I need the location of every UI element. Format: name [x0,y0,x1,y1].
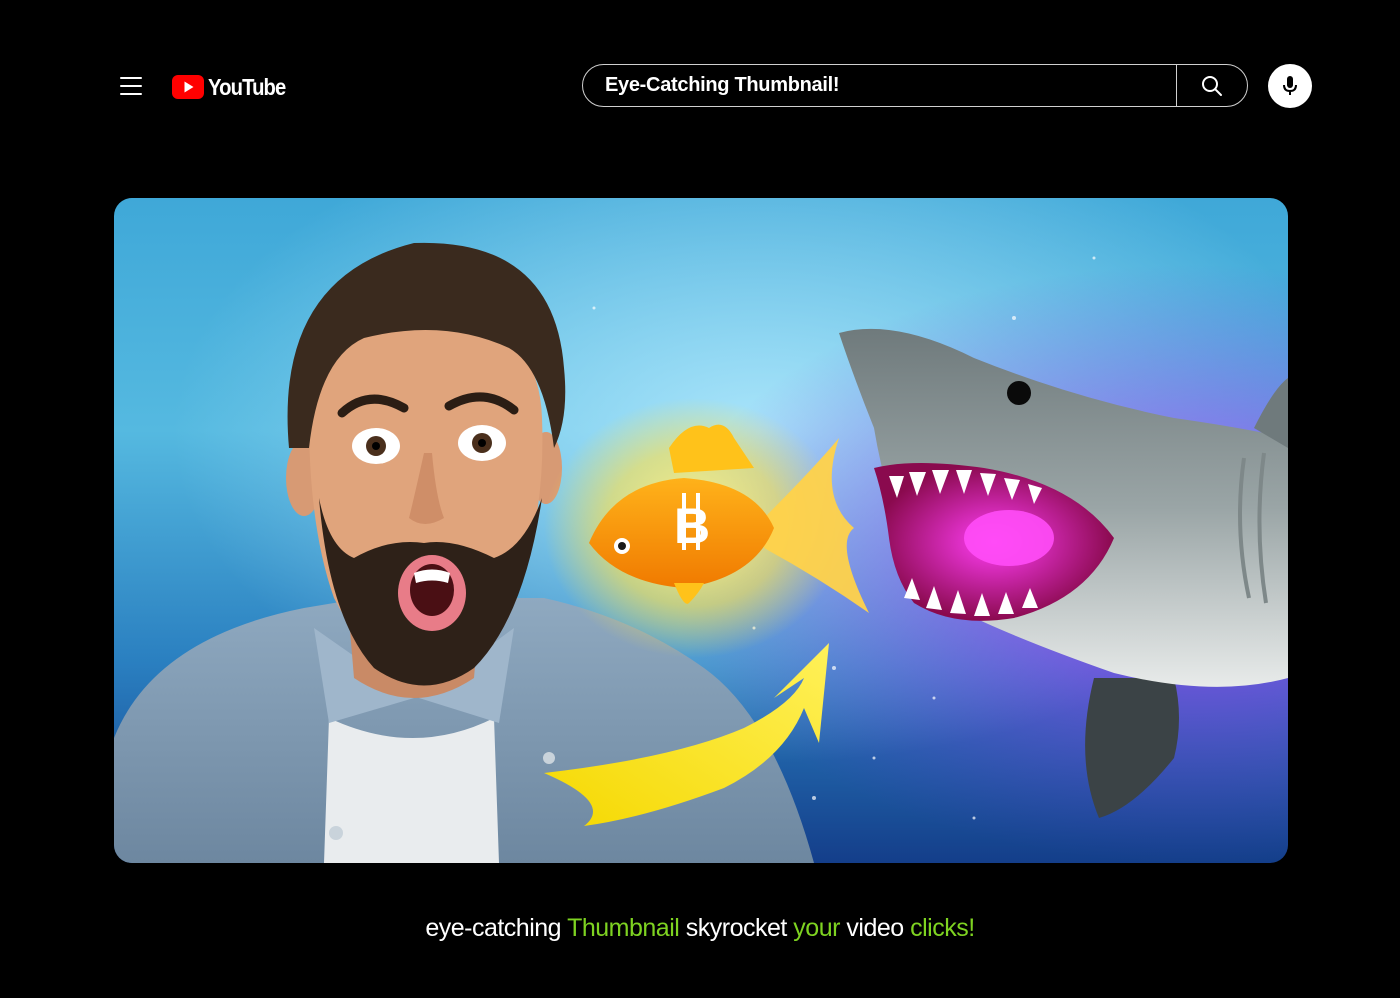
video-thumbnail[interactable]: B [114,198,1288,863]
caption-highlight: clicks! [910,914,975,942]
youtube-play-icon [172,75,204,99]
search-button[interactable] [1176,65,1247,106]
caption-highlight: your [793,914,840,942]
caption-part: skyrocket [679,914,794,942]
bitcoin-icon: B [674,493,710,554]
search-input[interactable] [583,65,1176,106]
hamburger-menu-icon[interactable] [120,72,148,100]
microphone-icon [1283,76,1297,95]
caption-highlight: Thumbnail [567,914,680,942]
youtube-logo[interactable]: YouTube [172,74,296,100]
caption: eye-catching Thumbnail skyrocket your vi… [0,914,1400,943]
search-icon [1202,75,1222,96]
thumbnail-artwork: B [114,198,1288,863]
caption-part: eye-catching [425,914,568,942]
search-bar [582,64,1248,107]
youtube-page: YouTube Eye-Catching Thumbnail! B eye-ca… [0,0,1400,998]
logo-text: YouTube [208,73,286,100]
voice-search-button[interactable] [1268,64,1312,108]
caption-part: video [839,914,911,942]
coin-symbol: B [674,498,710,554]
